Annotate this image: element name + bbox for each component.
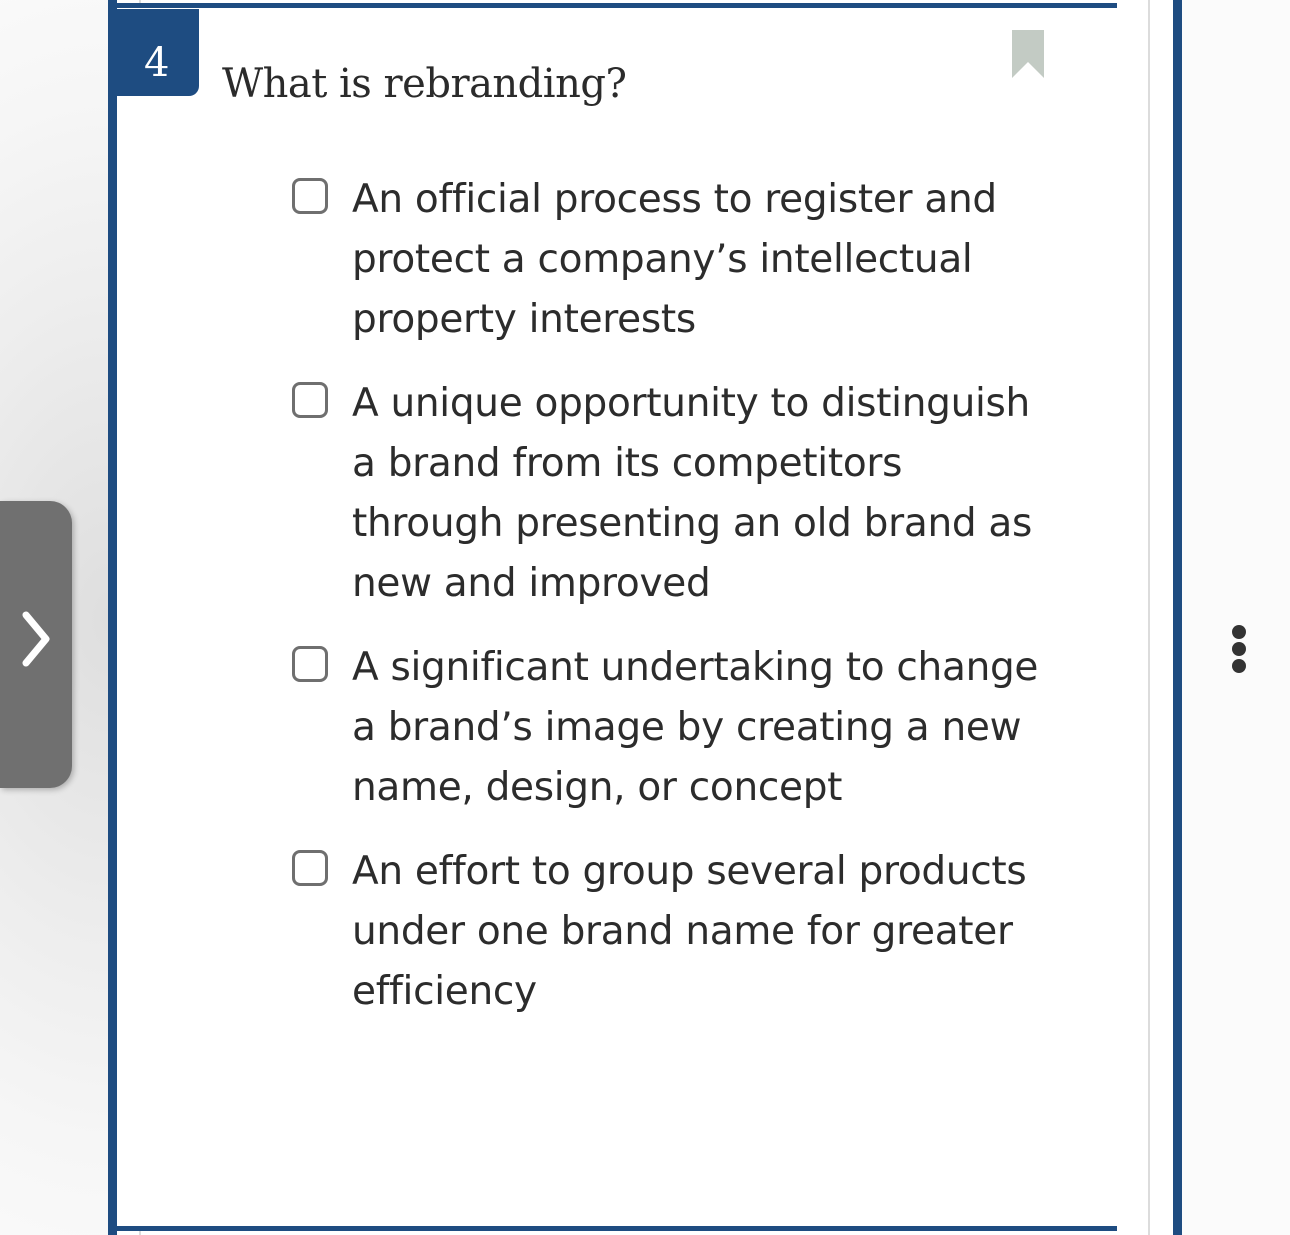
answer-option[interactable]: A unique opportunity to distinguish a br… xyxy=(292,374,1092,614)
chevron-right-icon xyxy=(22,611,50,667)
bookmark-icon[interactable] xyxy=(1012,30,1044,78)
more-vertical-icon[interactable] xyxy=(1226,624,1252,674)
inner-divider-right xyxy=(1148,0,1150,1235)
question-number-badge: 4 xyxy=(117,9,199,96)
checkbox[interactable] xyxy=(292,178,328,214)
answer-option-label: A unique opportunity to distinguish a br… xyxy=(352,381,1033,606)
side-panel-toggle[interactable] xyxy=(0,501,72,788)
answer-option[interactable]: An effort to group several products unde… xyxy=(292,842,1092,1022)
answer-option-label: An official process to register and prot… xyxy=(352,177,997,342)
answer-option[interactable]: An official process to register and prot… xyxy=(292,170,1092,350)
checkbox[interactable] xyxy=(292,382,328,418)
checkbox[interactable] xyxy=(292,646,328,682)
answer-option-label: A significant undertaking to change a br… xyxy=(352,645,1039,810)
answer-option-label: An effort to group several products unde… xyxy=(352,849,1027,1014)
page-border-right xyxy=(1173,0,1182,1235)
page-border-left xyxy=(108,0,117,1235)
answer-options: An official process to register and prot… xyxy=(292,170,1092,1046)
answer-option[interactable]: A significant undertaking to change a br… xyxy=(292,638,1092,818)
checkbox[interactable] xyxy=(292,850,328,886)
question-title: What is rebranding? xyxy=(222,61,627,107)
